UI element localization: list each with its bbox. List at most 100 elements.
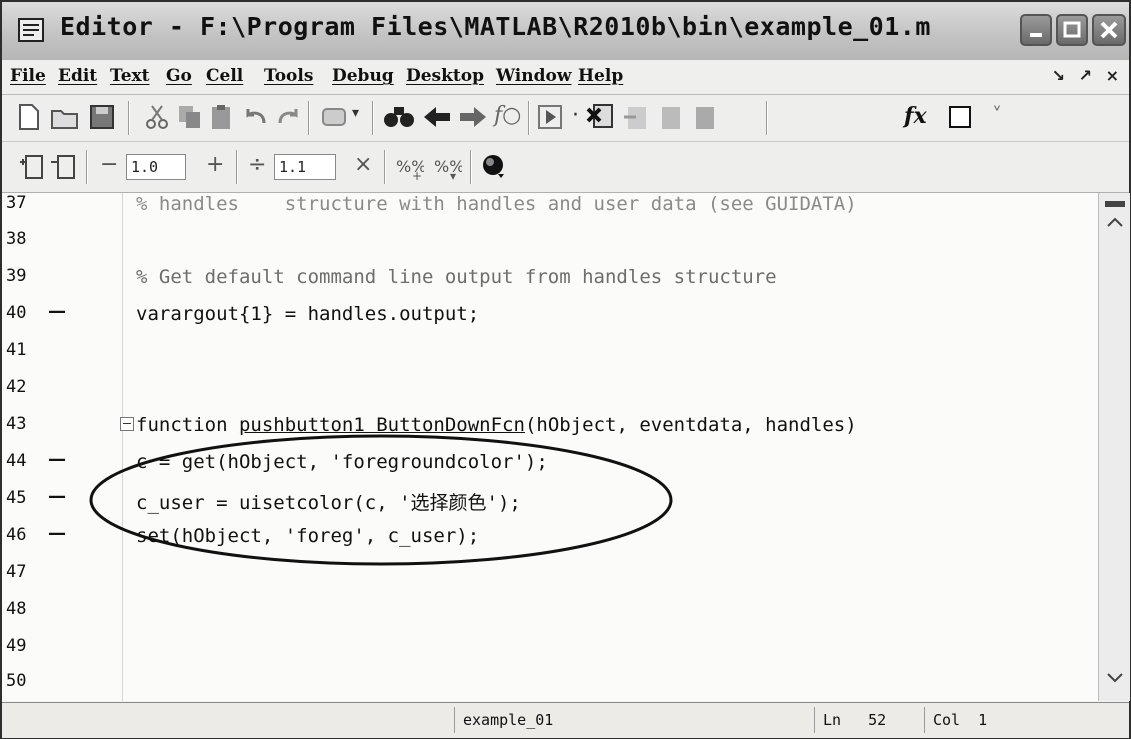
line-number: 43 xyxy=(6,414,27,434)
menu-cell[interactable]: Cell xyxy=(206,66,243,86)
scroll-up-icon[interactable] xyxy=(1105,215,1125,229)
run-icon[interactable] xyxy=(536,103,566,131)
menu-desktop[interactable]: Desktop xyxy=(406,66,484,86)
line-number: 45 xyxy=(6,488,27,508)
maximize-button[interactable] xyxy=(1056,14,1088,46)
code-line: 39 % Get default command line output fro… xyxy=(2,260,1098,297)
back-arrow-icon[interactable] xyxy=(422,105,452,129)
redo-icon[interactable] xyxy=(274,103,302,131)
document-icon xyxy=(18,18,44,42)
step-out-icon[interactable] xyxy=(690,103,718,131)
paste-icon[interactable] xyxy=(208,103,236,131)
window-undock-icon[interactable] xyxy=(948,105,974,131)
open-folder-icon[interactable] xyxy=(50,103,80,131)
executable-line-marker[interactable]: — xyxy=(48,301,66,322)
main-toolbar: ▾ f○ · fx ˅ xyxy=(2,95,1129,142)
executable-line-marker[interactable]: — xyxy=(48,523,66,544)
insert-cell-icon[interactable] xyxy=(18,154,44,180)
step-icon[interactable] xyxy=(622,103,650,131)
menu-window[interactable]: Window xyxy=(496,66,571,86)
code-text: varargout{1} = handles.output; xyxy=(136,303,480,325)
increment-value-field[interactable]: 1.0 xyxy=(126,154,186,180)
maximize-icon xyxy=(1063,21,1081,38)
increment-button[interactable]: + xyxy=(206,152,224,177)
title-bar[interactable]: Editor - F:\Program Files\MATLAB\R2010b\… xyxy=(2,2,1129,61)
undo-icon[interactable] xyxy=(242,103,270,131)
copy-icon[interactable] xyxy=(176,103,204,131)
menu-tools[interactable]: Tools xyxy=(264,66,313,86)
line-number: 40 xyxy=(6,303,27,323)
code-comment: % Get default command line output from h… xyxy=(136,266,777,288)
cell-toolbar: − 1.0 + ÷ 1.1 × %% + %% ▾ xyxy=(2,142,1129,193)
scale-value-field[interactable]: 1.1 xyxy=(274,154,336,180)
close-button[interactable] xyxy=(1092,14,1126,46)
help-globe-icon[interactable] xyxy=(480,152,510,182)
code-text: % handles structure with handles and use… xyxy=(136,193,857,215)
menu-help[interactable]: Help xyxy=(578,66,623,86)
line-number: 42 xyxy=(6,377,27,397)
toolbar-overflow-icon[interactable]: ˅ xyxy=(992,103,1002,127)
cut-icon[interactable] xyxy=(144,103,170,131)
executable-line-marker[interactable]: — xyxy=(48,486,66,507)
scrollbar-thumb[interactable] xyxy=(1105,201,1125,207)
code-line: 38 xyxy=(2,223,1098,260)
minimize-icon xyxy=(1030,33,1042,37)
svg-text:%%: %% xyxy=(434,157,462,176)
code-line: 37 % handles structure with handles and … xyxy=(2,193,1098,224)
line-number: 44 xyxy=(6,451,27,471)
executable-line-marker[interactable]: — xyxy=(48,449,66,470)
code-line: 42 xyxy=(2,371,1098,408)
svg-text:+: + xyxy=(412,169,422,182)
show-cell-titles-icon[interactable]: %%+ xyxy=(394,154,424,182)
minimize-button[interactable] xyxy=(1020,14,1052,46)
line-number: 50 xyxy=(6,671,27,691)
forward-arrow-icon[interactable] xyxy=(458,105,488,129)
window-title: Editor - F:\Program Files\MATLAB\R2010b\… xyxy=(60,12,931,41)
new-file-icon[interactable] xyxy=(16,103,42,131)
code-line: 40 — varargout{1} = handles.output; xyxy=(2,297,1098,334)
find-binoculars-icon[interactable] xyxy=(382,101,416,131)
menu-text[interactable]: Text xyxy=(110,66,150,86)
menu-bar: File Edit Text Go Cell Tools Debug Deskt… xyxy=(2,60,1129,95)
fx-icon[interactable]: fx xyxy=(904,103,927,129)
editor-window: Editor - F:\Program Files\MATLAB\R2010b\… xyxy=(0,0,1131,739)
code-line: 49 xyxy=(2,630,1098,667)
multiply-button[interactable]: × xyxy=(354,152,372,177)
menu-edit[interactable]: Edit xyxy=(58,66,97,86)
step-in-icon[interactable] xyxy=(656,103,684,131)
clear-breakpoints-icon[interactable] xyxy=(586,101,616,131)
status-bar: example_01 Ln 52 Col 1 xyxy=(2,702,1129,738)
status-column: Col 1 xyxy=(924,707,1044,733)
line-number: 48 xyxy=(6,599,27,619)
cell-titles-dropdown-icon[interactable]: %%▾ xyxy=(432,154,462,182)
code-line: 41 xyxy=(2,334,1098,371)
menu-file[interactable]: File xyxy=(10,66,46,86)
run-dropdown-icon[interactable]: · xyxy=(572,103,579,128)
line-number: 47 xyxy=(6,562,27,582)
menu-debug[interactable]: Debug xyxy=(332,66,394,86)
status-filename: example_01 xyxy=(454,707,814,733)
vertical-scrollbar[interactable] xyxy=(1098,193,1130,701)
line-number: 38 xyxy=(6,229,27,249)
close-icon xyxy=(1100,21,1118,39)
publish-dropdown-icon[interactable]: ▾ xyxy=(352,105,359,121)
decrement-button[interactable]: − xyxy=(100,152,118,177)
function-browser-icon[interactable]: f○ xyxy=(494,103,521,128)
line-number: 39 xyxy=(6,266,27,286)
line-number: 49 xyxy=(6,636,27,656)
scroll-down-icon[interactable] xyxy=(1105,671,1125,685)
code-fold-toggle[interactable] xyxy=(120,417,134,431)
code-line: 50 xyxy=(2,665,1098,701)
line-number: 37 xyxy=(6,193,27,213)
menu-go[interactable]: Go xyxy=(166,66,192,86)
publish-icon[interactable] xyxy=(320,103,348,131)
code-line: 48 xyxy=(2,593,1098,630)
highlight-ellipse xyxy=(89,434,673,566)
save-icon[interactable] xyxy=(88,103,116,131)
cell-divider-icon[interactable] xyxy=(50,154,76,180)
line-number: 46 xyxy=(6,525,27,545)
divide-button[interactable]: ÷ xyxy=(248,152,266,177)
dock-controls[interactable]: ↘ ↗ × xyxy=(1052,66,1123,85)
line-number: 41 xyxy=(6,340,27,360)
svg-text:▾: ▾ xyxy=(450,169,456,182)
